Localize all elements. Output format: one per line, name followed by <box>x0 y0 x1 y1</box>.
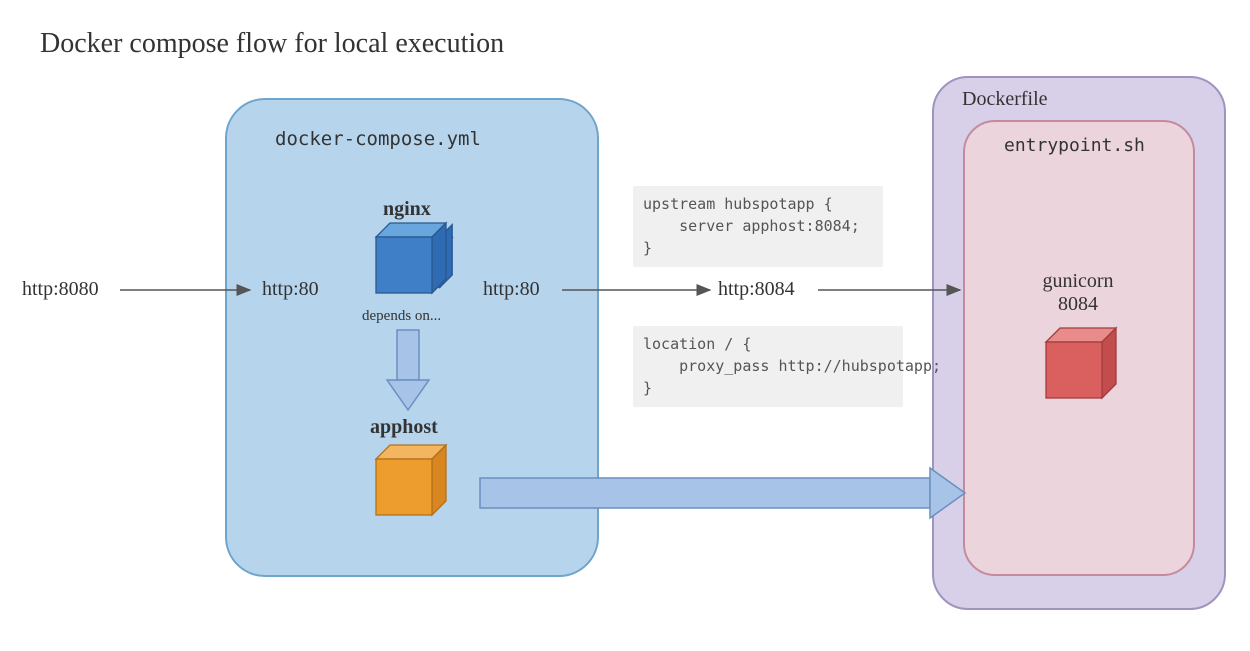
apphost-label: apphost <box>370 416 438 439</box>
nginx-label: nginx <box>383 198 431 221</box>
entrypoint-label: entrypoint.sh <box>1004 135 1145 156</box>
dockerfile-label: Dockerfile <box>962 88 1048 111</box>
app-in-port-label: http:8084 <box>718 278 795 301</box>
nginx-upstream-config: upstream hubspotapp { server apphost:808… <box>633 186 883 267</box>
nginx-out-port-label: http:80 <box>483 278 540 301</box>
depends-on-label: depends on... <box>362 308 441 325</box>
diagram-title: Docker compose flow for local execution <box>40 28 504 60</box>
compose-file-label: docker-compose.yml <box>275 128 481 150</box>
entrypoint-container <box>963 120 1195 576</box>
docker-compose-container <box>225 98 599 577</box>
nginx-location-config: location / { proxy_pass http://hubspotap… <box>633 326 903 407</box>
gunicorn-port-label: 8084 <box>1038 293 1118 316</box>
gunicorn-label: gunicorn <box>1038 270 1118 293</box>
instructions-for-label: Instructions for.... <box>490 485 604 502</box>
nginx-in-port-label: http:80 <box>262 278 319 301</box>
external-port-label: http:8080 <box>22 278 99 301</box>
